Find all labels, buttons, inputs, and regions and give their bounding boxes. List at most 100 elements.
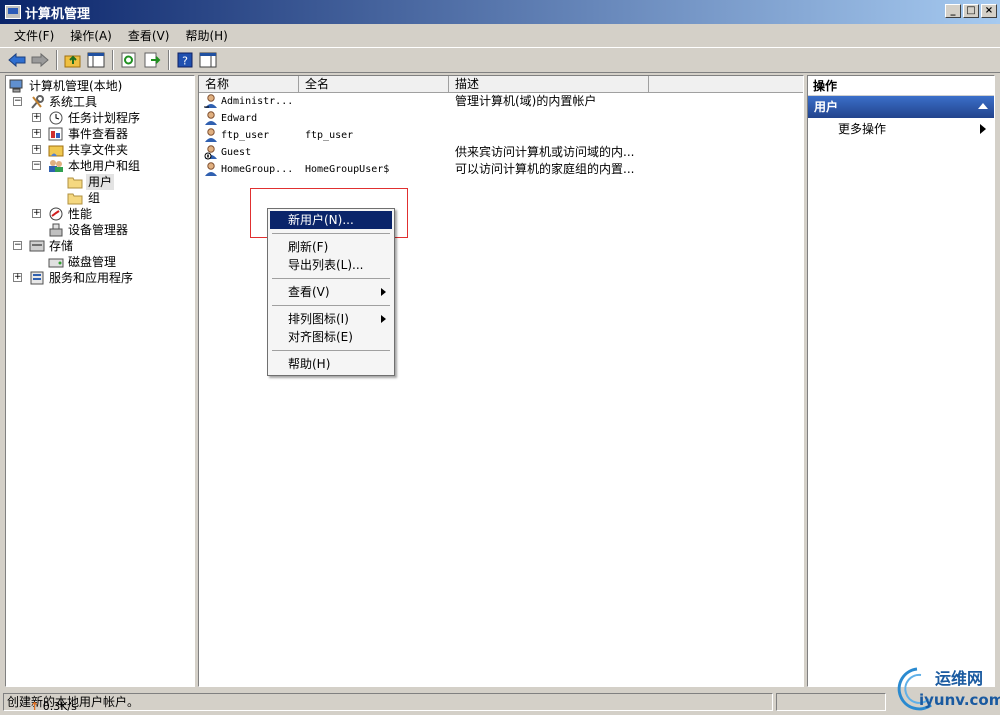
context-menu: 新用户(N)... 刷新(F) 导出列表(L)... 查看(V) 排列图标(I)… xyxy=(267,208,395,376)
forward-arrow-icon xyxy=(31,52,49,68)
refresh-icon xyxy=(121,52,136,68)
actions-header: 操作 xyxy=(808,76,994,96)
column-header-name[interactable]: 名称 xyxy=(199,76,299,92)
up-level-button[interactable] xyxy=(62,49,84,71)
menu-help[interactable]: 帮助(H) xyxy=(177,25,235,46)
tree-item-event-viewer[interactable]: + 事件查看器 xyxy=(6,126,194,142)
tree-item-disk-management[interactable]: 磁盘管理 xyxy=(6,254,194,270)
collapse-icon[interactable]: − xyxy=(32,161,41,170)
menu-separator xyxy=(272,350,390,351)
computer-icon xyxy=(9,79,23,93)
tree-item-task-scheduler[interactable]: + 任务计划程序 xyxy=(6,110,194,126)
toolbar: ? xyxy=(0,47,1000,73)
tools-icon xyxy=(31,95,44,109)
help-button[interactable]: ? xyxy=(174,49,196,71)
tree-item-system-tools[interactable]: − 系统工具 xyxy=(6,94,194,110)
menu-item-view[interactable]: 查看(V) xyxy=(270,283,392,301)
tree-label: 磁盘管理 xyxy=(68,255,117,269)
menu-item-export-list[interactable]: 导出列表(L)... xyxy=(270,256,392,274)
table-row[interactable]: Edward xyxy=(199,110,803,127)
user-description: 管理计算机(域)的内置帐户 xyxy=(455,94,597,108)
collapse-up-icon[interactable] xyxy=(978,103,988,109)
status-bar: 创建新的本地用户帐户。 ↑ 0.3K/s xyxy=(0,692,1000,715)
actions-section-label: 用户 xyxy=(814,100,839,114)
menu-item-help[interactable]: 帮助(H) xyxy=(270,355,392,373)
expand-icon[interactable]: + xyxy=(32,209,41,218)
users-group-icon xyxy=(49,160,63,172)
tree-item-device-manager[interactable]: 设备管理器 xyxy=(6,222,194,238)
tree-label: 任务计划程序 xyxy=(68,111,141,125)
tree-label: 计算机管理(本地) xyxy=(29,79,123,93)
menu-view[interactable]: 查看(V) xyxy=(120,25,178,46)
minimize-button[interactable]: _ xyxy=(945,4,961,18)
menu-item-align-icons[interactable]: 对齐图标(E) xyxy=(270,328,392,346)
tree-item-local-users-groups[interactable]: − 本地用户和组 xyxy=(6,158,194,174)
show-hide-action-pane-button[interactable] xyxy=(197,49,219,71)
table-row[interactable]: HomeGroup... HomeGroupUser$ 可以访问计算机的家庭组的… xyxy=(199,161,803,178)
folder-up-icon xyxy=(64,55,81,68)
export-list-button[interactable] xyxy=(141,49,163,71)
action-pane-icon xyxy=(199,52,217,68)
show-hide-tree-button[interactable] xyxy=(85,49,107,71)
table-row[interactable]: ftp_user ftp_user xyxy=(199,127,803,144)
folder-icon xyxy=(67,177,83,189)
export-icon xyxy=(144,52,161,68)
user-description: 供来宾访问计算机或访问域的内... xyxy=(455,145,635,159)
expand-icon[interactable]: + xyxy=(32,129,41,138)
user-name: Guest xyxy=(221,147,252,158)
svg-text:?: ? xyxy=(182,55,188,68)
help-icon: ? xyxy=(177,52,193,68)
tree-item-groups[interactable]: 组 xyxy=(6,190,194,206)
list-header: 名称 全名 描述 xyxy=(199,76,803,93)
disabled-user-icon xyxy=(204,145,217,160)
table-row[interactable]: Guest 供来宾访问计算机或访问域的内... xyxy=(199,144,803,161)
back-button[interactable] xyxy=(6,49,28,71)
maximize-button[interactable]: □ xyxy=(963,4,979,18)
user-description: 可以访问计算机的家庭组的内置... xyxy=(455,162,635,176)
expand-icon[interactable]: + xyxy=(32,113,41,122)
title-bar: 计算机管理 _ □ × xyxy=(0,0,1000,24)
expand-icon[interactable]: + xyxy=(32,145,41,154)
refresh-button[interactable] xyxy=(118,49,140,71)
user-icon xyxy=(204,94,217,108)
toolbar-separator xyxy=(56,50,58,70)
tree-item-users[interactable]: 用户 xyxy=(6,174,194,190)
services-icon xyxy=(30,271,44,285)
expand-icon[interactable]: + xyxy=(13,273,22,282)
actions-section-users[interactable]: 用户 xyxy=(808,96,994,118)
tree-label: 共享文件夹 xyxy=(68,143,129,157)
performance-icon xyxy=(49,207,63,221)
tree-item-computer-management[interactable]: 计算机管理(本地) xyxy=(6,78,194,94)
menu-item-arrange-icons[interactable]: 排列图标(I) xyxy=(270,310,392,328)
close-button[interactable]: × xyxy=(981,4,997,18)
table-row[interactable]: Administr... 管理计算机(域)的内置帐户 xyxy=(199,93,803,110)
menu-item-refresh[interactable]: 刷新(F) xyxy=(270,238,392,256)
user-name: Administr... xyxy=(221,96,294,107)
watermark-text-url: iyunv.com xyxy=(919,691,1000,709)
more-actions-item[interactable]: 更多操作 xyxy=(808,118,994,140)
disk-icon xyxy=(48,258,64,268)
column-header-fullname[interactable]: 全名 xyxy=(299,76,449,92)
forward-button[interactable] xyxy=(29,49,51,71)
column-header-description[interactable]: 描述 xyxy=(449,76,649,92)
tree-item-services-apps[interactable]: + 服务和应用程序 xyxy=(6,270,194,286)
user-fullname: ftp_user xyxy=(305,130,354,141)
actions-pane: 操作 用户 更多操作 xyxy=(807,75,995,687)
submenu-arrow-icon xyxy=(980,124,986,134)
storage-icon xyxy=(29,240,45,252)
user-name: Edward xyxy=(221,113,258,124)
tree-label: 存储 xyxy=(49,239,74,253)
collapse-icon[interactable]: − xyxy=(13,241,22,250)
collapse-icon[interactable]: − xyxy=(13,97,22,106)
menu-file[interactable]: 文件(F) xyxy=(6,25,62,46)
tree-item-shared-folders[interactable]: + 共享文件夹 xyxy=(6,142,194,158)
user-icon xyxy=(205,162,217,176)
user-name: ftp_user xyxy=(221,130,270,141)
tree-item-storage[interactable]: − 存储 xyxy=(6,238,194,254)
menu-action[interactable]: 操作(A) xyxy=(62,25,120,46)
clock-icon xyxy=(49,111,63,125)
tree-item-performance[interactable]: + 性能 xyxy=(6,206,194,222)
device-manager-icon xyxy=(49,223,63,237)
menu-item-new-user[interactable]: 新用户(N)... xyxy=(270,211,392,229)
user-list: 名称 全名 描述 Administr... 管理计算机(域)的内置帐户 Edwa… xyxy=(198,75,804,687)
